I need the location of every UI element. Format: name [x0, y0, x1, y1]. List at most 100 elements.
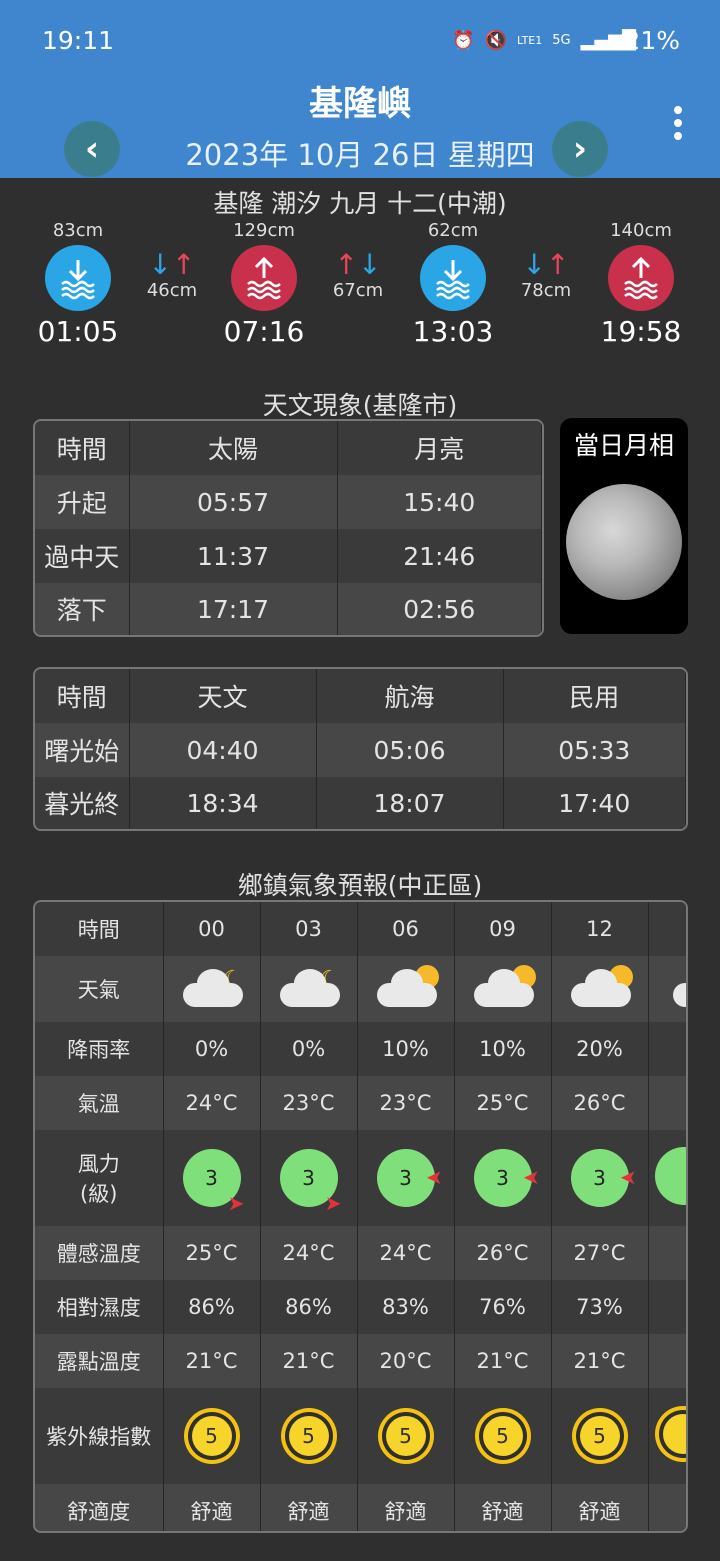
tide-time: 19:58	[600, 315, 682, 348]
wind-level: 3	[593, 1166, 606, 1190]
rain-cell: 0%	[260, 1022, 358, 1076]
row-label: 風力 (級)	[35, 1130, 164, 1226]
rain-cell: 2	[648, 1022, 686, 1076]
moon-time: 21:46	[337, 529, 542, 583]
tide-diff-value: 46cm	[146, 280, 198, 301]
header-cell: 時間	[35, 421, 130, 475]
uv-value: 5	[593, 1424, 606, 1448]
wind-level-icon: 3 ➤	[473, 1149, 540, 1207]
wind-level-icon: 3 ➤	[570, 1149, 637, 1207]
comfort-cell: 舒適	[357, 1484, 455, 1531]
wind-cell: 3 ➤	[551, 1130, 649, 1226]
tide-title: 基隆 潮汐 九月 十二(中潮)	[213, 189, 507, 218]
sun-uv-icon: 5	[482, 1416, 523, 1456]
row-comfort: 舒適度舒適舒適舒適舒適舒適舒	[35, 1484, 686, 1531]
cell: 05:33	[503, 723, 686, 777]
humidity-cell: 86%	[260, 1280, 358, 1334]
wind-level: 3	[399, 1166, 412, 1190]
humidity-cell: 7	[648, 1280, 686, 1334]
forecast-title: 鄉鎮氣象預報(中正區)	[237, 871, 483, 900]
uv-value: 5	[496, 1424, 509, 1448]
row-label: 曙光始	[35, 723, 130, 777]
dew-cell: 20°C	[357, 1334, 455, 1388]
humidity-cell: 73%	[551, 1280, 649, 1334]
alarm-icon: ⏰	[452, 30, 475, 51]
page-title: 基隆嶼	[309, 84, 411, 124]
5g-label: 5G	[552, 33, 571, 48]
row-label: 暮光終	[35, 777, 130, 829]
header-cell: 月亮	[337, 421, 542, 475]
row-hours: 時間000306091215	[35, 902, 686, 956]
hour-cell: 03	[260, 902, 358, 956]
feel-cell: 25°C	[163, 1226, 261, 1280]
next-day-button[interactable]: ›	[552, 121, 608, 177]
date-label: 2023年 10月 26日 星期四	[185, 138, 535, 172]
moon-phase-label: 當日月相	[573, 431, 674, 460]
comfort-cell: 舒適	[454, 1484, 552, 1531]
wind-cell: 3 ➤	[260, 1130, 358, 1226]
uv-value: 5	[399, 1424, 412, 1448]
mute-icon: 🔇	[484, 30, 507, 51]
humidity-cell: 86%	[163, 1280, 261, 1334]
hour-cell: 09	[454, 902, 552, 956]
header-cell: 民用	[503, 669, 686, 723]
hour-cell: 15	[648, 902, 686, 956]
sun-uv-icon: 5	[288, 1416, 329, 1456]
tide-diff: ↓↑ 78cm	[506, 248, 586, 302]
wind-direction-icon: ➤	[324, 1191, 342, 1215]
sun-uv-icon	[662, 1413, 686, 1454]
moon-phase-panel: 當日月相	[560, 418, 688, 634]
uv-cell	[648, 1388, 686, 1484]
sun-time: 17:17	[129, 583, 338, 635]
feel-cell: 24°C	[357, 1226, 455, 1280]
cell: 18:34	[129, 777, 317, 829]
moon-time: 15:40	[337, 475, 542, 529]
header-cell: 航海	[316, 669, 504, 723]
tide-diff: ↑↓ 67cm	[318, 250, 398, 302]
wind-level: 3	[302, 1166, 315, 1190]
weather-cell	[648, 956, 686, 1022]
temp-cell: 26°C	[551, 1076, 649, 1130]
cloud-sun-icon	[373, 964, 439, 1007]
cloud-sun-icon	[470, 964, 536, 1007]
app-header: 基隆嶼 ‹ 2023年 10月 26日 星期四 ›	[0, 66, 720, 178]
tide-time: 01:05	[37, 315, 119, 348]
tide-diff-value: 67cm	[332, 280, 384, 301]
feel-cell: 2	[648, 1226, 686, 1280]
more-menu-button[interactable]	[674, 106, 682, 145]
wind-cell: 3 ➤	[357, 1130, 455, 1226]
row-feel: 體感溫度25°C24°C24°C26°C27°C2	[35, 1226, 686, 1280]
uv-cell: 5	[454, 1388, 552, 1484]
humidity-cell: 76%	[454, 1280, 552, 1334]
uv-value: 5	[302, 1424, 315, 1448]
wind-unit-label: (級)	[80, 1182, 118, 1206]
battery-level: 21%	[624, 26, 680, 55]
status-bar: 19:11 ⏰ 🔇 LTE1 5G ▂▄▆█ 21%	[0, 0, 720, 66]
tide-change-icon: ↓↑	[148, 248, 196, 281]
dew-cell: 21°C	[454, 1334, 552, 1388]
hour-cell: 12	[551, 902, 649, 956]
weather-cell: ☾	[260, 956, 358, 1022]
row-weather: 天氣 ☾ ☾	[35, 956, 686, 1022]
tide-event: 62cm 13:03	[398, 220, 508, 348]
forecast-table[interactable]: 時間000306091215 天氣 ☾ ☾ 降雨率0%0%10%10%20%2 …	[33, 900, 688, 1533]
high-tide-icon	[608, 245, 674, 311]
row-label: 落下	[35, 583, 130, 635]
cell: 17:40	[503, 777, 686, 829]
tide-change-icon: ↓↑	[522, 248, 570, 281]
wind-direction-icon: ➤	[425, 1165, 443, 1189]
humidity-cell: 83%	[357, 1280, 455, 1334]
cell: 04:40	[129, 723, 317, 777]
hour-cell: 00	[163, 902, 261, 956]
tide-height: 83cm	[52, 220, 104, 241]
wind-direction-icon: ➤	[619, 1165, 637, 1189]
rain-cell: 10%	[357, 1022, 455, 1076]
row-rain: 降雨率0%0%10%10%20%2	[35, 1022, 686, 1076]
temp-cell: 25°C	[454, 1076, 552, 1130]
uv-value: 5	[205, 1424, 218, 1448]
temp-cell: 23°C	[260, 1076, 358, 1130]
astro-title: 天文現象(基隆市)	[262, 391, 458, 420]
row-uv: 紫外線指數 5 5 5 5 5	[35, 1388, 686, 1484]
feel-cell: 24°C	[260, 1226, 358, 1280]
row-label: 天氣	[35, 956, 164, 1022]
